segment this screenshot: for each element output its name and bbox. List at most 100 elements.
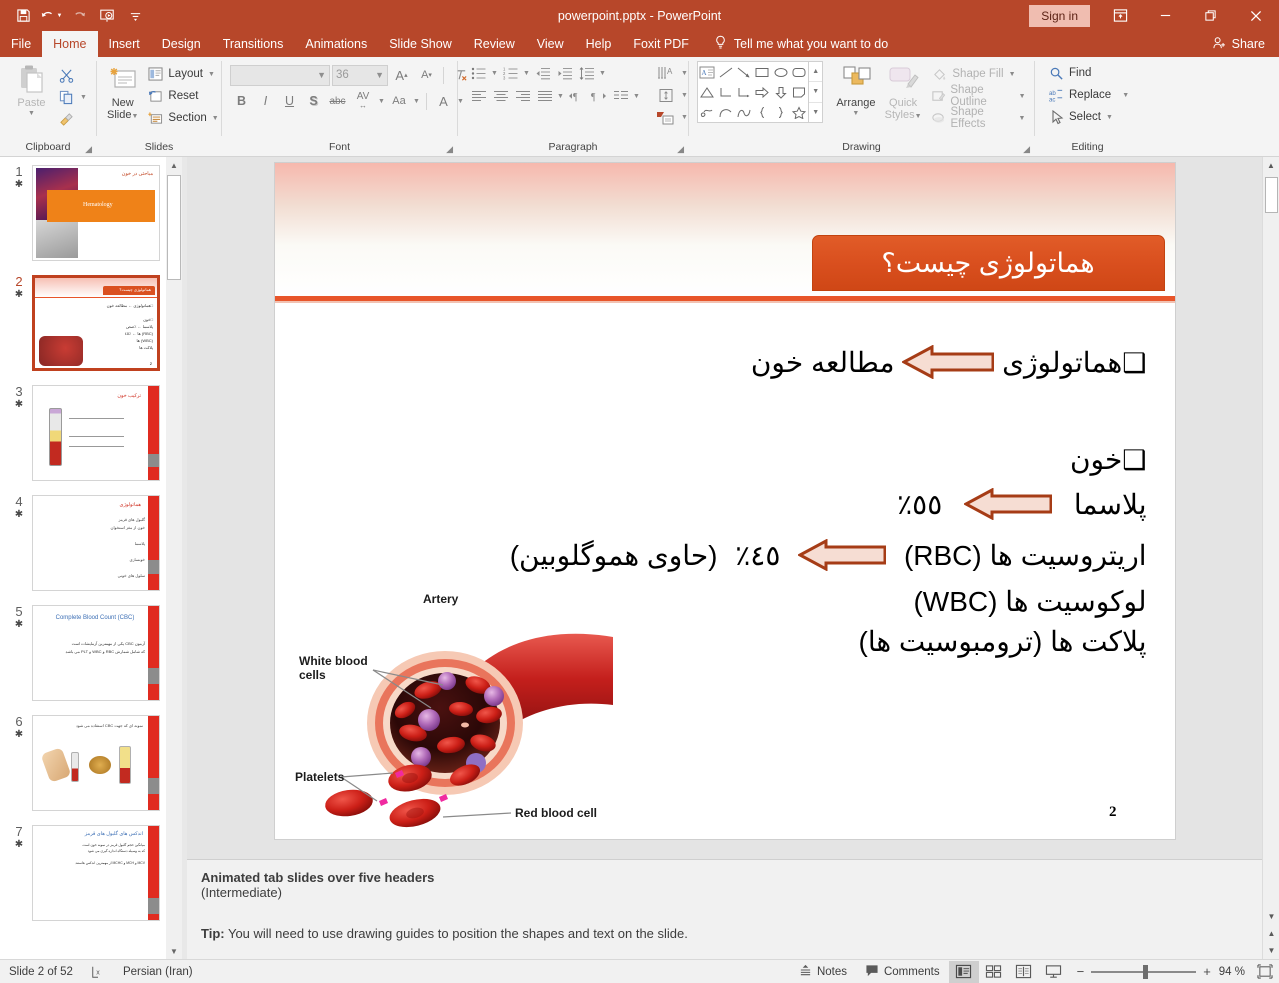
zoom-track[interactable] [1091, 971, 1196, 973]
folded-corner-shape-icon[interactable] [790, 82, 808, 102]
align-left-button[interactable] [468, 86, 489, 106]
curve-shape-icon[interactable] [716, 102, 734, 122]
slide-vertical-scrollbar[interactable]: ▲ ▼ ▲ ▼ [1262, 157, 1279, 959]
font-dialog-launcher[interactable]: ◢ [446, 144, 453, 155]
numbering-caret-icon[interactable]: ▼ [522, 70, 531, 77]
scribble-shape-icon[interactable] [698, 102, 716, 122]
arrange-caret-icon[interactable]: ▼ [851, 110, 860, 117]
increase-font-size-button[interactable]: A▴ [390, 64, 413, 86]
paste-button[interactable]: Paste ▼ [12, 61, 51, 117]
slide-counter[interactable]: Slide 2 of 52 [0, 960, 82, 983]
text-shadow-button[interactable]: S [302, 90, 325, 112]
align-text-caret-icon[interactable]: ▼ [680, 92, 689, 99]
thumbnail-scrollbar[interactable]: ▲ ▼ [166, 157, 182, 959]
decrease-font-size-button[interactable]: A▾ [415, 64, 438, 86]
next-slide-icon[interactable]: ▼ [1263, 942, 1279, 959]
comments-toggle-button[interactable]: Comments [856, 960, 949, 983]
thumbnail-preview[interactable]: مباحثی در خون Hematology [32, 165, 160, 261]
arc-shape-icon[interactable] [735, 102, 753, 122]
text-direction-caret-icon[interactable]: ▼ [680, 70, 689, 77]
cut-button[interactable] [55, 64, 91, 86]
rectangle-shape-icon[interactable] [753, 62, 771, 82]
arrange-button[interactable]: Arrange ▼ [831, 61, 881, 117]
rounded-rectangle-shape-icon[interactable] [790, 62, 808, 82]
line-shape-icon[interactable] [716, 62, 734, 82]
select-caret-icon[interactable]: ▼ [1105, 114, 1114, 121]
tab-home[interactable]: Home [42, 31, 97, 57]
view-slide-sorter-button[interactable] [979, 961, 1009, 983]
thumbnail-slide-2[interactable]: 2 ✱ هماتولوژی چیست؟ □هماتولوژی ← مطالعه … [0, 275, 182, 371]
undo-icon[interactable]: ▼ [38, 4, 64, 28]
shape-fill-button[interactable]: Shape Fill ▼ [928, 63, 1029, 85]
tab-view[interactable]: View [526, 31, 575, 57]
animation-star-icon[interactable]: ✱ [6, 729, 32, 741]
elbow-arrow-connector-shape-icon[interactable] [735, 82, 753, 102]
elbow-connector-shape-icon[interactable] [716, 82, 734, 102]
shapes-scroll-up-icon[interactable]: ▲ [809, 62, 821, 82]
share-button[interactable]: Share [1212, 31, 1279, 57]
notes-toggle-button[interactable]: Notes [790, 960, 856, 983]
select-button[interactable]: Select ▼ [1045, 106, 1133, 128]
convert-to-smartart-button[interactable] [653, 107, 679, 127]
thumbnail-scroll-thumb[interactable] [167, 175, 181, 280]
spell-check-icon[interactable]: x [82, 960, 114, 983]
shapes-more-icon[interactable]: ▼ [809, 103, 821, 122]
quick-styles-button[interactable]: Quick Styles▼ [881, 61, 926, 123]
thumbnail-slide-1[interactable]: 1 ✱ مباحثی در خون Hematology [0, 165, 182, 261]
new-slide-button[interactable]: New Slide▼ [107, 61, 138, 123]
restore-button[interactable] [1188, 0, 1233, 31]
shapes-gallery-scroll[interactable]: ▲ ▼ ▼ [809, 61, 822, 123]
line-spacing-button[interactable] [576, 63, 597, 83]
sign-in-button[interactable]: Sign in [1029, 5, 1090, 27]
view-reading-button[interactable] [1009, 961, 1039, 983]
thumbnail-preview[interactable]: هماتولوژی چیست؟ □هماتولوژی ← مطالعه خون … [32, 275, 160, 371]
thumbnail-preview[interactable]: هماتولوژی گلبول های قرمزخون از مغز استخو… [32, 495, 160, 591]
italic-button[interactable]: I [254, 90, 277, 112]
font-color-button[interactable]: A [432, 90, 455, 112]
left-brace-shape-icon[interactable] [753, 102, 771, 122]
shape-outline-button[interactable]: Shape Outline ▼ [928, 85, 1029, 107]
convert-smartart-button[interactable] [610, 86, 631, 106]
bullets-button[interactable] [468, 63, 489, 83]
down-arrow-shape-icon[interactable] [772, 82, 790, 102]
thumbnail-preview[interactable]: اندکس های گلبول های قرمز میانگین حجم گلب… [32, 825, 160, 921]
tab-insert[interactable]: Insert [98, 31, 151, 57]
animation-star-icon[interactable]: ✱ [6, 619, 32, 631]
columns-caret-icon[interactable]: ▼ [556, 93, 565, 100]
increase-indent-button[interactable] [554, 63, 575, 83]
replace-caret-icon[interactable]: ▼ [1121, 92, 1130, 99]
align-right-button[interactable] [512, 86, 533, 106]
star-shape-icon[interactable] [790, 102, 808, 122]
thumbnail-preview[interactable]: نمونه ای که جهت CBC استفاده می شود [32, 715, 160, 811]
drawing-dialog-launcher[interactable]: ◢ [1023, 144, 1030, 155]
thumbnail-preview[interactable]: ترکیب خون [32, 385, 160, 481]
tab-design[interactable]: Design [151, 31, 212, 57]
smartart-caret-icon[interactable]: ▼ [632, 93, 641, 100]
textbox-shape-icon[interactable]: A [698, 62, 716, 82]
find-button[interactable]: Find [1045, 62, 1133, 84]
underline-button[interactable]: U [278, 90, 301, 112]
notes-pane[interactable]: Animated tab slides over five headers (I… [187, 859, 1262, 959]
previous-slide-icon[interactable]: ▲ [1263, 925, 1279, 942]
thumbnail-scroll-down-icon[interactable]: ▼ [166, 943, 182, 959]
zoom-slider[interactable]: − + [1069, 964, 1219, 979]
ltr-direction-button[interactable]: ¶ [566, 86, 587, 106]
copy-caret-icon[interactable]: ▼ [79, 94, 88, 101]
shapes-gallery[interactable]: A [697, 61, 809, 123]
tab-animations[interactable]: Animations [294, 31, 378, 57]
copy-button[interactable]: ▼ [55, 86, 91, 108]
thumbnail-preview[interactable]: Complete Blood Count (CBC) آزمون CBC یکی… [32, 605, 160, 701]
reset-button[interactable]: Reset [144, 85, 222, 107]
fit-to-window-button[interactable] [1251, 964, 1279, 979]
change-case-button[interactable]: Aa [387, 90, 411, 112]
blood-vessel-diagram[interactable]: Artery White blood cells Platelets Red b… [293, 585, 613, 835]
animation-star-icon[interactable]: ✱ [6, 839, 32, 851]
tab-foxit-pdf[interactable]: Foxit PDF [622, 31, 700, 57]
align-text-button[interactable] [653, 85, 679, 105]
paragraph-dialog-launcher[interactable]: ◢ [677, 144, 684, 155]
view-slide-show-button[interactable] [1039, 961, 1069, 983]
animation-star-icon[interactable]: ✱ [6, 289, 32, 301]
tab-review[interactable]: Review [463, 31, 526, 57]
tab-slide-show[interactable]: Slide Show [378, 31, 463, 57]
slide-title-tab[interactable]: هماتولوژی چیست؟ [812, 235, 1165, 291]
